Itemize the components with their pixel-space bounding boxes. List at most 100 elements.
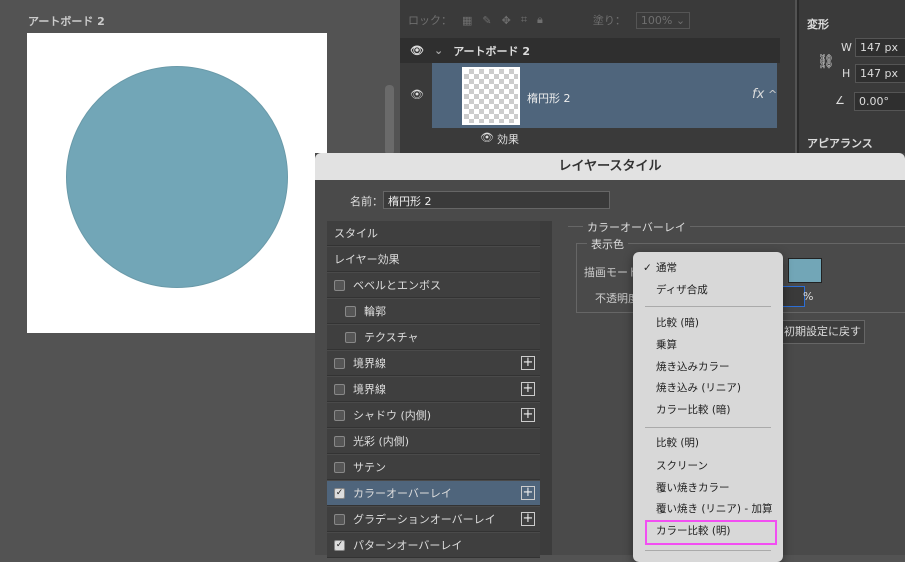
style-list-item[interactable]: スタイル [327, 221, 540, 246]
blend-mode-label: カラー比較 (明) [656, 525, 731, 537]
blend-mode-dropdown: ✓ 通常 ディザ合成比較 (暗) 乗算焼き込みカラー焼き込み (リニア) カラー比較 (… [633, 252, 783, 562]
checkbox[interactable] [334, 357, 345, 369]
style-list-item[interactable]: グラデーションオーバーレイ + [327, 507, 540, 532]
blend-mode-label: 覆い焼き (リニア) - 加算 [656, 503, 773, 515]
style-list-item[interactable]: ✓ カラーオーバーレイ + [327, 481, 540, 506]
checkbox[interactable] [345, 305, 356, 317]
blend-mode-option[interactable]: 比較 (暗) [633, 313, 783, 334]
style-list-item[interactable]: シャドウ (内側) + [327, 403, 540, 428]
style-list-item[interactable]: 光彩 (内側) [327, 429, 540, 454]
style-list-label: テクスチャ [364, 331, 419, 344]
checkbox[interactable] [334, 435, 345, 447]
width-input[interactable]: 147 px [855, 38, 905, 57]
lock-brush-icon[interactable]: ✎ [482, 14, 491, 27]
checkbox[interactable] [334, 383, 345, 395]
percent-label: % [803, 290, 814, 303]
style-list-label: サテン [353, 461, 386, 474]
properties-panel: 変形 ⛓︎ W 147 px H 147 px ∠ 0.00° アピアランス [797, 0, 905, 160]
add-icon[interactable]: + [521, 486, 535, 500]
link-icon[interactable]: ⛓︎ [817, 54, 835, 70]
ellipse-shape[interactable] [66, 66, 288, 288]
blend-mode-option[interactable]: ディザ合成 [633, 280, 783, 301]
layer-thumbnail [462, 67, 520, 125]
angle-input[interactable]: 0.00° [854, 92, 905, 111]
fill-label: 塗り： [592, 14, 626, 27]
style-list-label: シャドウ (内側) [353, 409, 432, 422]
lock-all-icon[interactable]: 🔒︎ [537, 13, 543, 27]
layer-style-dialog: レイヤースタイル 名前： 楕円形 2 スタイル レイヤー効果 ベベルとエンボス 輪郭テ… [315, 153, 905, 558]
chevron-up-icon[interactable]: ^ [768, 88, 777, 101]
blend-mode-label: 覆い焼きカラー [656, 482, 730, 494]
blend-mode-option[interactable]: スクリーン [633, 456, 783, 477]
blend-mode-option[interactable]: 覆い焼きカラー [633, 478, 783, 499]
layer-name: 楕円形 2 [527, 92, 571, 105]
artboard-layer-row[interactable]: 👁︎ ⌄ アートボード 2 [400, 38, 780, 63]
fx-icon[interactable]: fx [752, 87, 764, 102]
checkbox[interactable] [334, 461, 345, 473]
blend-mode-option[interactable]: 比較 (明) [633, 433, 783, 454]
checkbox[interactable]: ✓ [334, 487, 345, 499]
style-list-label: 光彩 (内側) [353, 435, 410, 448]
height-input[interactable]: 147 px [855, 64, 905, 83]
style-list-item[interactable]: テクスチャ [327, 325, 540, 350]
transform-header[interactable]: 変形 [807, 16, 829, 32]
appearance-header[interactable]: アピアランス [807, 135, 873, 151]
style-list-item[interactable]: 輪郭 [327, 299, 540, 324]
effects-label: 効果 [497, 133, 519, 146]
blend-mode-option[interactable]: カラー比較 (暗) [633, 400, 783, 421]
style-list-item[interactable]: 境界線 + [327, 351, 540, 376]
blend-mode-label: 乗算 [656, 339, 677, 351]
style-list: スタイル レイヤー効果 ベベルとエンボス 輪郭 テクスチャ 境界線 + 境界線 + シャドウ (内… [327, 221, 540, 558]
lock-artboard-icon[interactable]: ⌗ [521, 13, 527, 27]
blend-mode-option[interactable]: カラー比較 (明) [633, 521, 783, 542]
artboard-label: アートボード 2 [28, 15, 105, 28]
style-list-item[interactable]: サテン [327, 455, 540, 480]
lock-label: ロック： [408, 14, 452, 27]
blend-mode-label: カラー比較 (暗) [656, 404, 731, 416]
checkbox[interactable] [334, 409, 345, 421]
eye-icon[interactable]: 👁︎ [410, 44, 424, 57]
w-label: W [841, 41, 852, 54]
lock-move-icon[interactable]: ✥ [502, 14, 511, 27]
style-list-item[interactable]: 境界線 + [327, 377, 540, 402]
blend-mode-label: 焼き込み (リニア) [656, 382, 742, 394]
style-list-label: 境界線 [353, 357, 386, 370]
style-list-label: スタイル [334, 227, 378, 240]
blend-mode-option[interactable]: 覆い焼き (リニア) - 加算 [633, 499, 783, 520]
name-input[interactable]: 楕円形 2 [383, 191, 610, 209]
style-list-label: 輪郭 [364, 305, 386, 318]
fill-input[interactable]: 100% ⌄ [635, 11, 691, 29]
layers-panel: ロック： ▦ ✎ ✥ ⌗ 🔒︎ 塗り： 100% ⌄ 👁︎ ⌄ アートボード 2… [400, 0, 795, 160]
style-list-item[interactable]: ✓ パターンオーバーレイ [327, 533, 540, 558]
section-title: カラーオーバーレイ [583, 219, 690, 235]
add-icon[interactable]: + [521, 356, 535, 370]
h-label: H [842, 67, 851, 80]
style-list-label: 境界線 [353, 383, 386, 396]
list-scrollbar[interactable] [540, 221, 552, 555]
checkbox[interactable] [345, 331, 356, 343]
scrollbar[interactable] [385, 85, 394, 155]
blend-mode-option[interactable]: 焼き込み (リニア) [633, 378, 783, 399]
style-list-item[interactable]: ベベルとエンボス [327, 273, 540, 298]
lock-pixels-icon[interactable]: ▦ [462, 14, 472, 27]
add-icon[interactable]: + [521, 382, 535, 396]
dialog-title: レイヤースタイル [315, 153, 905, 180]
checkbox[interactable] [334, 513, 345, 525]
layer-row-ellipse[interactable]: 楕円形 2 fx ^ [432, 63, 777, 128]
eye-icon[interactable]: 👁︎ [410, 88, 424, 101]
add-icon[interactable]: + [521, 408, 535, 422]
chevron-down-icon[interactable]: ⌄ [434, 44, 443, 57]
blend-mode-label: 比較 (明) [656, 437, 700, 449]
overlay-color-swatch[interactable] [788, 258, 822, 283]
add-icon[interactable]: + [521, 512, 535, 526]
blend-mode-option[interactable]: 乗算 [633, 335, 783, 356]
blend-mode-option[interactable]: 焼き込みカラー [633, 357, 783, 378]
eye-icon[interactable]: 👁︎ [480, 131, 494, 144]
style-list-label: グラデーションオーバーレイ [353, 513, 496, 526]
checkbox[interactable] [334, 279, 345, 291]
artboard[interactable] [27, 33, 327, 333]
checkbox[interactable]: ✓ [334, 539, 345, 551]
reset-default-button[interactable]: 初期設定に戻す [770, 320, 865, 344]
blend-mode-option[interactable]: ✓ 通常 [633, 258, 783, 279]
style-list-item[interactable]: レイヤー効果 [327, 247, 540, 272]
